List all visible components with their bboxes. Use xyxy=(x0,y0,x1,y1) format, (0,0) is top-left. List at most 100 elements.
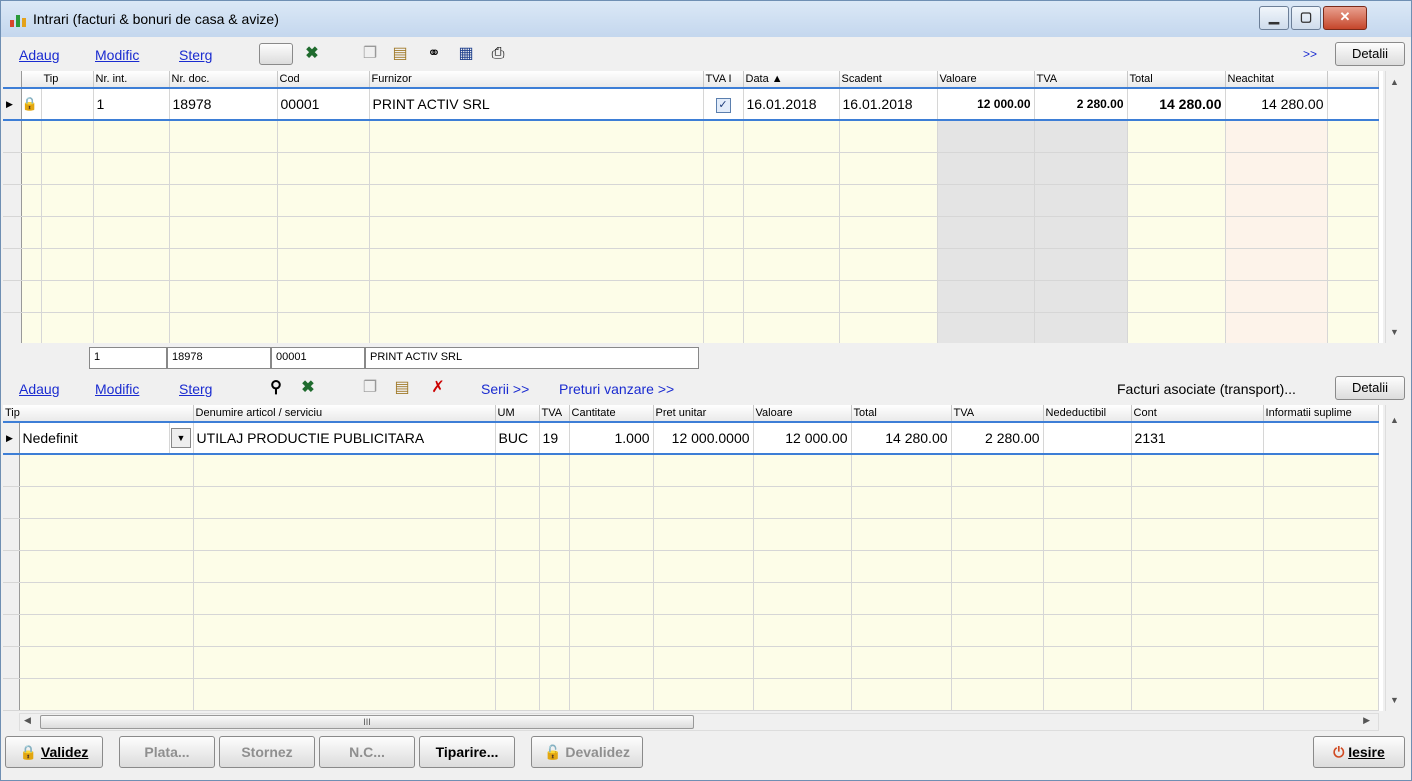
more-link[interactable]: >> xyxy=(1303,47,1317,61)
cell-total[interactable]: 14 280.00 xyxy=(1127,87,1226,121)
invoices-vscroll[interactable]: ▲ ▼ xyxy=(1385,71,1403,343)
cell-valoare[interactable]: 12 000.00 xyxy=(937,87,1035,121)
close-button[interactable]: ✕ xyxy=(1323,6,1367,30)
cell-tva[interactable]: 19 xyxy=(539,421,570,455)
cell-neachitat[interactable]: 14 280.00 xyxy=(1225,87,1328,121)
lock-icon: 🔒 xyxy=(21,87,42,121)
col-pret-unitar[interactable]: Pret unitar xyxy=(653,405,754,423)
lines-vscroll[interactable]: ▲ ▼ xyxy=(1385,405,1403,711)
col-total[interactable]: Total xyxy=(1127,71,1226,89)
clear-filter-icon[interactable]: ✗ xyxy=(427,378,449,398)
pay-button[interactable]: Plata... xyxy=(119,736,215,768)
col-tip[interactable]: Tip xyxy=(3,405,194,423)
empty-row xyxy=(3,614,1380,647)
col-tva[interactable]: TVA xyxy=(539,405,570,423)
devalidate-button[interactable]: 🔓 Devalidez xyxy=(531,736,643,768)
cell-furnizor[interactable]: PRINT ACTIV SRL xyxy=(369,87,704,121)
delete-invoice-link[interactable]: Sterg xyxy=(179,47,212,63)
add-invoice-link[interactable]: Adaug xyxy=(19,47,59,63)
details-button[interactable]: Detalii xyxy=(1335,42,1405,66)
cell-pret-unitar[interactable]: 12 000.0000 xyxy=(653,421,754,455)
checkbox-check-icon[interactable]: ✓ xyxy=(715,98,731,113)
paste-icon[interactable]: ▤ xyxy=(391,378,413,398)
col-valoare[interactable]: Valoare xyxy=(937,71,1035,89)
col-cont[interactable]: Cont xyxy=(1131,405,1264,423)
binoculars-icon[interactable]: ⚲ xyxy=(265,378,287,398)
col-tva[interactable]: TVA xyxy=(1034,71,1128,89)
col-denumire[interactable]: Denumire articol / serviciu xyxy=(193,405,496,423)
modify-invoice-link[interactable]: Modific xyxy=(95,47,139,63)
invoice-row[interactable]: ▶ 🔒 1 18978 00001 PRINT ACTIV SRL ✓ 16.0… xyxy=(3,87,1379,121)
col-cantitate[interactable]: Cantitate xyxy=(569,405,654,423)
copy-icon[interactable]: ❐ xyxy=(359,378,381,398)
col-scadent[interactable]: Scadent xyxy=(839,71,938,89)
col-total[interactable]: Total xyxy=(851,405,952,423)
cell-cantitate[interactable]: 1.000 xyxy=(569,421,654,455)
copy-icon[interactable]: ❐ xyxy=(359,44,381,64)
invoices-grid: Tip Nr. int. Nr. doc. Cod Furnizor TVA I… xyxy=(3,71,1383,343)
scroll-down-icon[interactable]: ▼ xyxy=(1386,327,1403,337)
excel-icon[interactable]: ✖ xyxy=(301,44,323,64)
scroll-down-icon[interactable]: ▼ xyxy=(1386,695,1403,705)
cell-nedeductibil[interactable] xyxy=(1043,421,1132,455)
validate-button[interactable]: 🔒 Validez xyxy=(5,736,103,768)
sale-prices-link[interactable]: Preturi vanzare >> xyxy=(559,381,674,397)
col-cod[interactable]: Cod xyxy=(277,71,370,89)
scroll-left-icon[interactable]: ◀ xyxy=(24,715,31,726)
col-tip[interactable]: Tip xyxy=(21,71,94,89)
blank-button[interactable] xyxy=(259,43,293,65)
summary-nr-doc: 18978 xyxy=(167,347,271,369)
modify-line-link[interactable]: Modific xyxy=(95,381,139,397)
chevron-down-icon[interactable]: ▼ xyxy=(171,428,192,448)
cell-tva-val[interactable]: 2 280.00 xyxy=(951,421,1044,455)
associated-invoices-link[interactable]: Facturi asociate (transport)... xyxy=(1117,381,1296,397)
lines-hscroll[interactable]: ◀ III ▶ xyxy=(19,713,1379,731)
col-tva-i[interactable]: TVA I xyxy=(703,71,744,89)
col-nr-doc[interactable]: Nr. doc. xyxy=(169,71,278,89)
minimize-button[interactable]: ▁ xyxy=(1259,6,1289,30)
cell-denumire[interactable]: UTILAJ PRODUCTIE PUBLICITARA xyxy=(193,421,496,455)
add-line-link[interactable]: Adaug xyxy=(19,381,59,397)
print-icon[interactable]: ⎙ xyxy=(487,44,509,64)
cell-cont[interactable]: 2131 xyxy=(1131,421,1264,455)
col-um[interactable]: UM xyxy=(495,405,540,423)
col-valoare[interactable]: Valoare xyxy=(753,405,852,423)
credit-note-button[interactable]: N.C... xyxy=(319,736,415,768)
cell-cod[interactable]: 00001 xyxy=(277,87,370,121)
col-info[interactable]: Informatii suplime xyxy=(1263,405,1380,423)
col-nr-int[interactable]: Nr. int. xyxy=(93,71,170,89)
scroll-up-icon[interactable]: ▲ xyxy=(1386,77,1403,87)
delete-line-link[interactable]: Sterg xyxy=(179,381,212,397)
cell-scadent[interactable]: 16.01.2018 xyxy=(839,87,938,121)
link-icon[interactable]: ⚭ xyxy=(423,44,445,64)
col-neachitat[interactable]: Neachitat xyxy=(1225,71,1328,89)
storno-button[interactable]: Stornez xyxy=(219,736,315,768)
cell-total[interactable]: 14 280.00 xyxy=(851,421,952,455)
scroll-up-icon[interactable]: ▲ xyxy=(1386,415,1403,425)
cell-tva[interactable]: 2 280.00 xyxy=(1034,87,1128,121)
cell-data[interactable]: 16.01.2018 xyxy=(743,87,840,121)
maximize-button[interactable]: ▢ xyxy=(1291,6,1321,30)
details-button[interactable]: Detalii xyxy=(1335,376,1405,400)
paste-icon[interactable]: ▤ xyxy=(389,44,411,64)
exit-button[interactable]: ⏻ Iesire xyxy=(1313,736,1405,768)
cell-nr-doc[interactable]: 18978 xyxy=(169,87,278,121)
cell-valoare[interactable]: 12 000.00 xyxy=(753,421,852,455)
tip-dropdown-button[interactable]: ▼ xyxy=(169,421,194,455)
print-button[interactable]: Tiparire... xyxy=(419,736,515,768)
col-data[interactable]: Data ▲ xyxy=(743,71,840,89)
cell-info[interactable] xyxy=(1263,421,1380,455)
cell-um[interactable]: BUC xyxy=(495,421,540,455)
excel-icon[interactable]: ✖ xyxy=(297,378,319,398)
hscroll-thumb[interactable]: III xyxy=(40,715,694,729)
col-tva-val[interactable]: TVA xyxy=(951,405,1044,423)
cell-nr-int[interactable]: 1 xyxy=(93,87,170,121)
col-furnizor[interactable]: Furnizor xyxy=(369,71,704,89)
cell-tva-checkbox[interactable]: ✓ xyxy=(703,87,744,121)
cell-tip[interactable]: Nedefinit xyxy=(19,421,170,455)
col-nedeductibil[interactable]: Nedeductibil xyxy=(1043,405,1132,423)
table-icon[interactable]: ▦ xyxy=(455,44,477,64)
series-link[interactable]: Serii >> xyxy=(481,381,529,397)
scroll-right-icon[interactable]: ▶ xyxy=(1363,715,1370,726)
line-row[interactable]: ▶ Nedefinit ▼ UTILAJ PRODUCTIE PUBLICITA… xyxy=(3,421,1380,455)
